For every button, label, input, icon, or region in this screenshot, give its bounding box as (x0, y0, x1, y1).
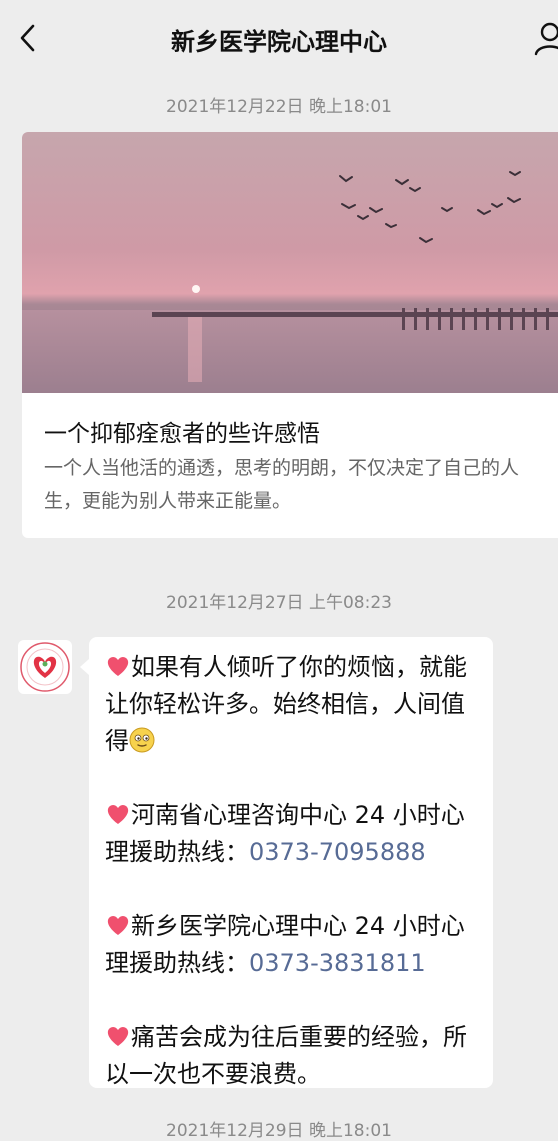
heart-icon (107, 1026, 129, 1046)
message-paragraph: 新乡医学院心理中心 24 小时心理援助热线：0373-3831811 (105, 908, 483, 982)
message-paragraph: 如果有人倾听了你的烦恼，就能让你轻松许多。始终相信，人间值得 (105, 649, 483, 760)
heart-icon (107, 915, 129, 935)
article-cover-image (22, 132, 558, 393)
top-nav-bar: 新乡医学院心理中心 (0, 0, 558, 76)
phone-link[interactable]: 0373-3831811 (249, 949, 426, 977)
heart-icon (107, 656, 129, 676)
article-card[interactable]: 一个抑郁痊愈者的些许感悟 一个人当他活的通透，思考的明朗，不仅决定了自己的人生，… (22, 132, 558, 538)
smile-emoji-icon (129, 727, 155, 753)
message-bubble[interactable]: 如果有人倾听了你的烦恼，就能让你轻松许多。始终相信，人间值得 河南省心理咨询中心… (80, 637, 493, 1088)
message-text-block: 如果有人倾听了你的烦恼，就能让你轻松许多。始终相信，人间值得 河南省心理咨询中心… (105, 649, 483, 1093)
center-logo-icon (20, 642, 70, 692)
phone-link[interactable]: 0373-7095888 (249, 838, 426, 866)
message-paragraph: 河南省心理咨询中心 24 小时心理援助热线：0373-7095888 (105, 797, 483, 871)
sender-avatar[interactable] (18, 640, 72, 694)
message-timestamp: 2021年12月27日 上午08:23 (166, 593, 392, 613)
message-paragraph-text: 如果有人倾听了你的烦恼，就能让你轻松许多。始终相信，人间值得 (105, 653, 467, 755)
message-timestamp: 2021年12月29日 晚上18:01 (166, 1121, 392, 1141)
heart-icon (107, 804, 129, 824)
article-title: 一个抑郁痊愈者的些许感悟 (44, 421, 320, 447)
message-timestamp: 2021年12月22日 晚上18:01 (166, 97, 392, 117)
message-paragraph: 痛苦会成为往后重要的经验，所以一次也不要浪费。 (105, 1019, 483, 1093)
page-title: 新乡医学院心理中心 (171, 28, 387, 56)
article-description: 一个人当他活的通透，思考的明朗，不仅决定了自己的人生，更能为别人带来正能量。 (44, 457, 520, 512)
message-paragraph-text: 痛苦会成为往后重要的经验，所以一次也不要浪费。 (105, 1023, 467, 1088)
profile-icon[interactable] (530, 18, 558, 58)
